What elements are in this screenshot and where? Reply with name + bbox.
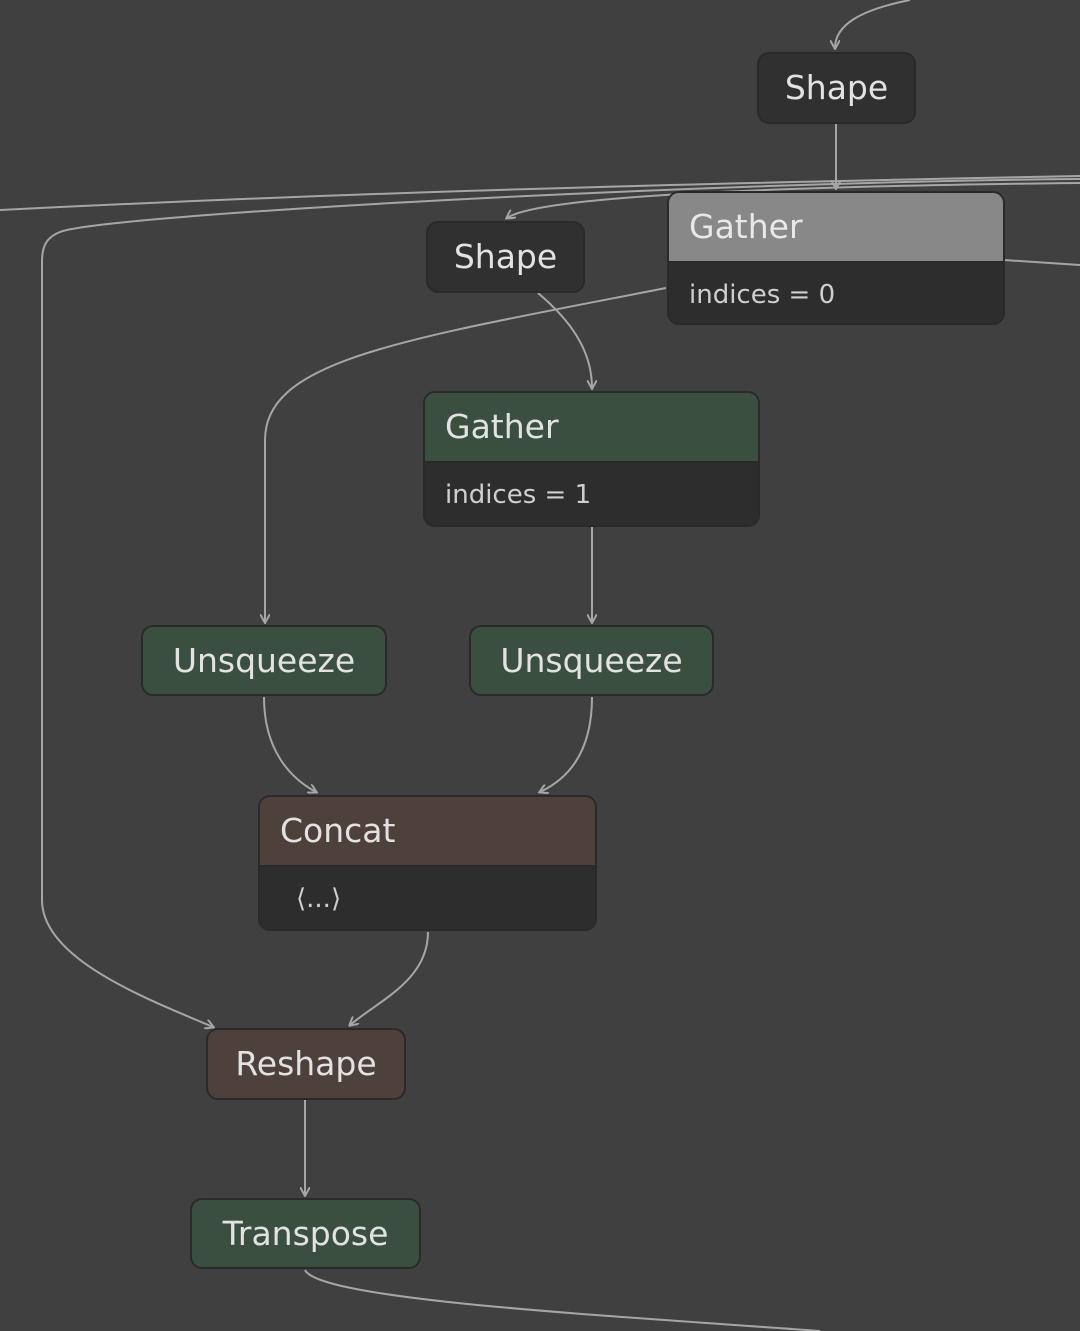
edge [350, 931, 429, 1025]
node-title: Gather [425, 393, 758, 461]
node-title: Unsqueeze [172, 641, 356, 680]
node-unsqueeze-left[interactable]: Unsqueeze [141, 625, 387, 696]
node-attribute: indices = 1 [425, 461, 758, 525]
node-concat[interactable]: Concat ⟨...⟩ [258, 795, 597, 931]
node-gather-0[interactable]: Gather indices = 0 [667, 191, 1005, 325]
edge [304, 1269, 821, 1331]
edge [1003, 259, 1080, 266]
node-reshape[interactable]: Reshape [206, 1028, 406, 1100]
node-attribute: ⟨...⟩ [260, 865, 595, 929]
node-transpose[interactable]: Transpose [190, 1198, 421, 1269]
edge [540, 696, 593, 792]
node-unsqueeze-right[interactable]: Unsqueeze [469, 625, 714, 696]
node-title: Shape [453, 237, 558, 276]
node-shape-top[interactable]: Shape [757, 52, 916, 124]
node-title: Unsqueeze [500, 641, 683, 680]
node-title: Shape [784, 68, 889, 107]
node-shape-mid[interactable]: Shape [426, 221, 585, 293]
node-attribute: indices = 0 [669, 261, 1003, 323]
node-title: Concat [260, 797, 595, 865]
edge [263, 696, 316, 792]
node-gather-1[interactable]: Gather indices = 1 [423, 391, 760, 527]
node-title: Transpose [222, 1214, 389, 1253]
node-title: Reshape [235, 1044, 377, 1083]
node-title: Gather [669, 193, 1003, 261]
edge [835, 0, 911, 48]
